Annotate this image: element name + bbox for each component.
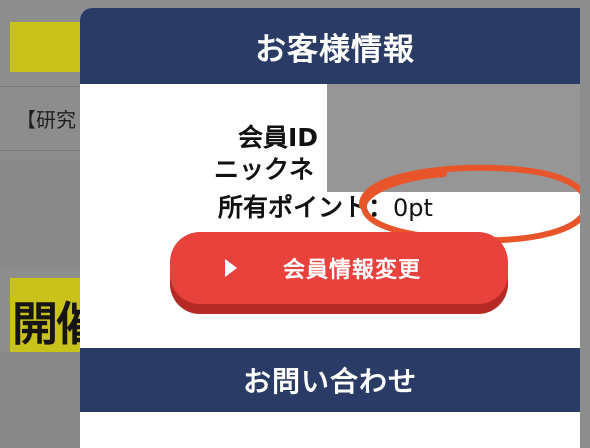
play-arrow-icon [225,259,237,277]
member-id-label: 会員ID [238,123,319,152]
nickname-label: ニックネ [214,155,315,184]
contact-title: お問い合わせ [242,365,417,398]
points-label: 所有ポイント： [218,193,394,222]
background-divider [0,150,90,151]
background-divider [0,86,90,87]
customer-info-modal: お客様情報 会員ID ニックネ 所有ポイント：0pt 会員情報変更 お問い合わせ [80,8,580,448]
background-lower-block [0,352,90,448]
background-yellow-banner [10,22,90,72]
modal-title: お客様情報 [255,31,415,68]
contact-section-body [80,412,580,448]
contact-section-header[interactable]: お問い合わせ [80,348,580,412]
background-row-text: 【研究 [16,108,76,132]
points-value: 0pt [393,194,433,222]
background-content-block [0,160,90,270]
modal-header: お客様情報 [80,8,580,84]
points-row: 所有ポイント：0pt [218,188,433,224]
change-member-info-label: 会員情報変更 [283,258,422,283]
change-member-info-button[interactable]: 会員情報変更 [170,232,508,304]
redaction-block [327,84,580,192]
